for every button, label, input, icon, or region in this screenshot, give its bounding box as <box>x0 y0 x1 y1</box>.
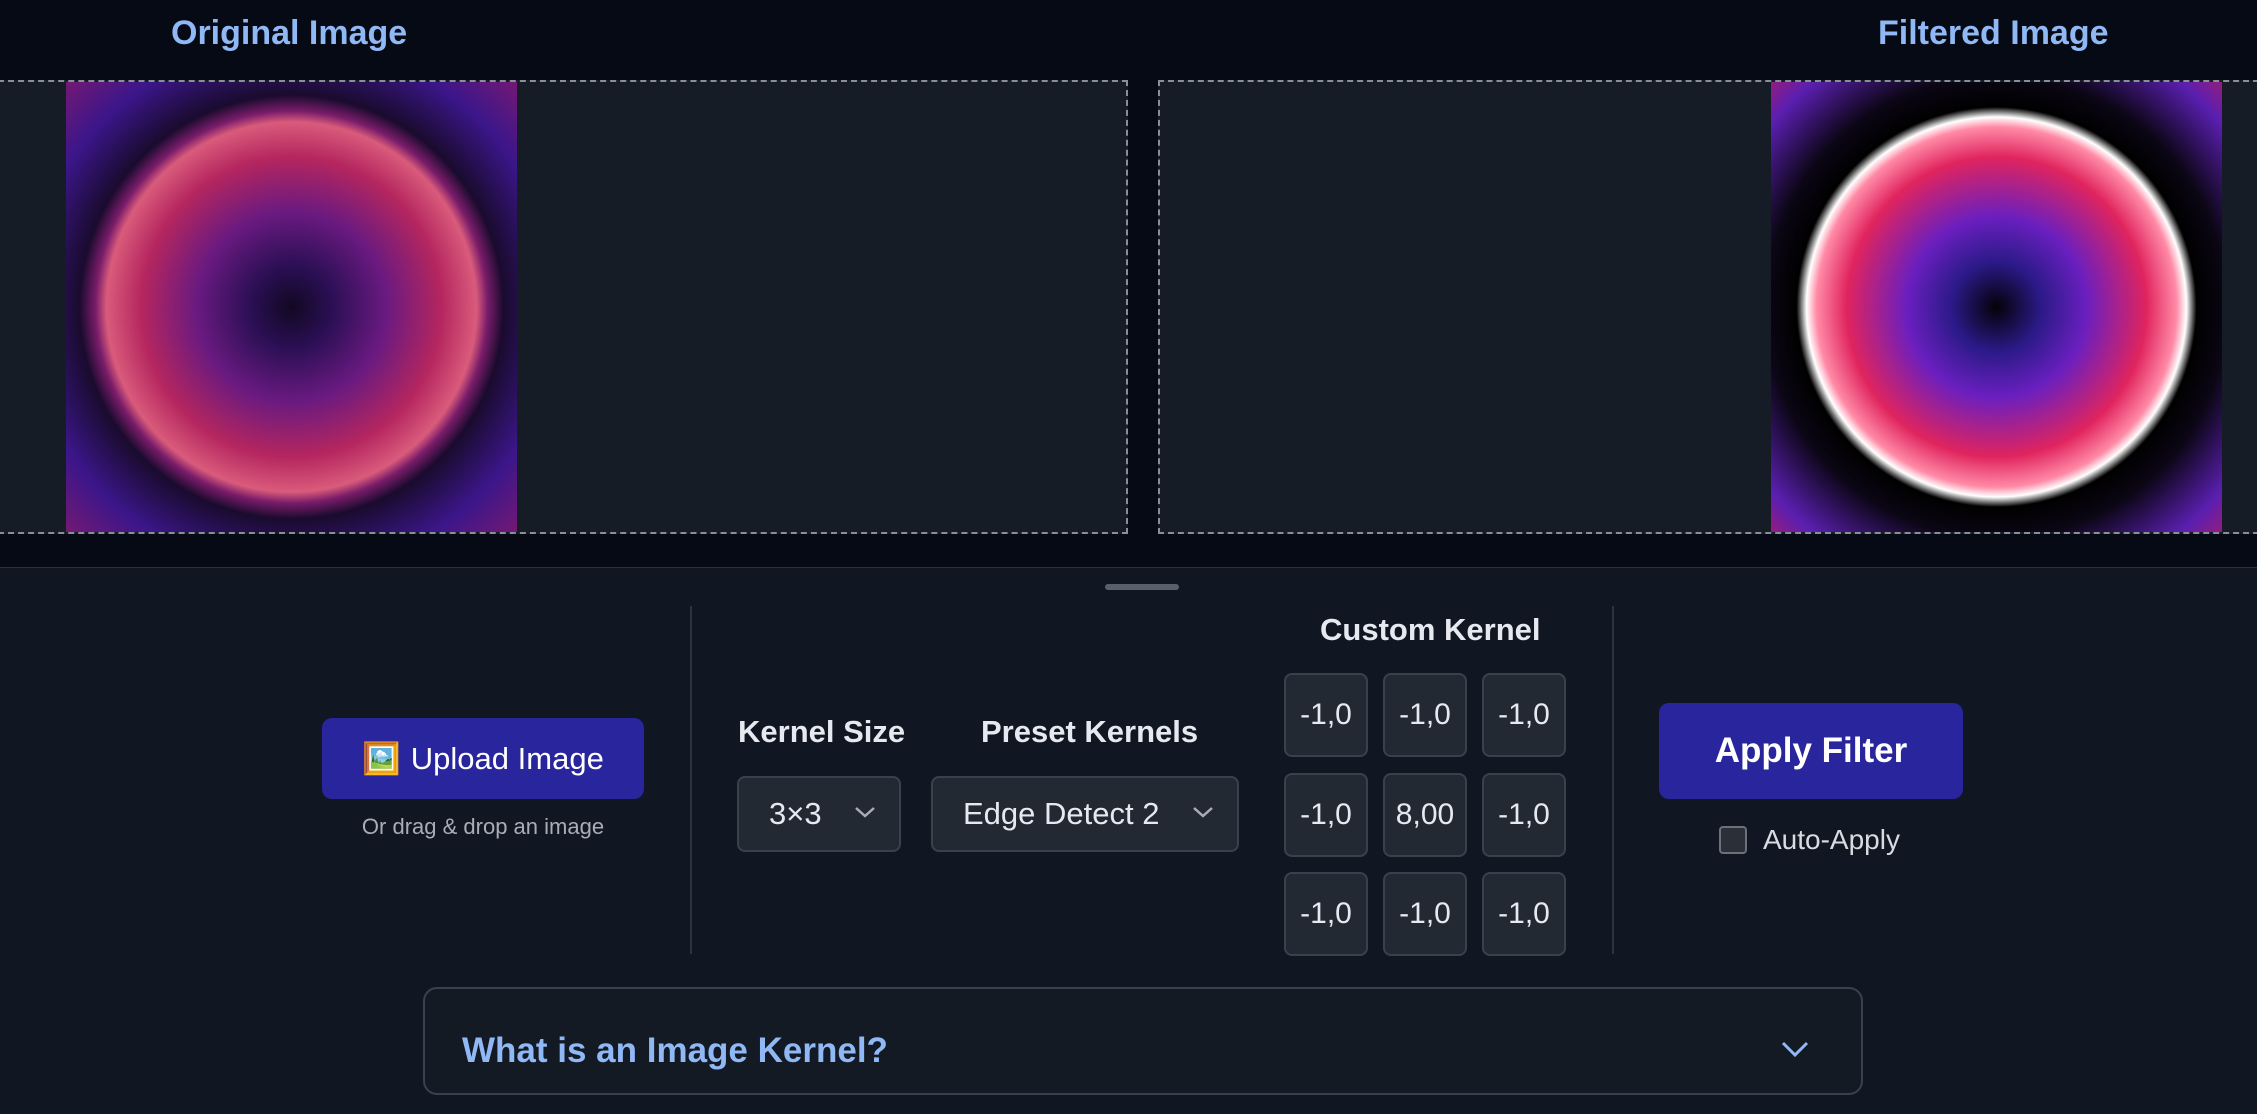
preset-kernels-select[interactable]: Edge Detect 2 <box>931 776 1239 852</box>
chevron-down-icon <box>1193 807 1213 818</box>
kernel-size-label: Kernel Size <box>738 714 906 749</box>
drag-drop-hint: Or drag & drop an image <box>361 814 605 839</box>
kernel-cell[interactable] <box>1482 773 1566 857</box>
kernel-size-select[interactable]: 3×3 <box>737 776 901 852</box>
filtered-image-title: Filtered Image <box>1878 14 2109 52</box>
chevron-down-icon <box>1781 1041 1809 1058</box>
kernel-cell[interactable] <box>1284 872 1368 956</box>
kernel-cell[interactable] <box>1482 872 1566 956</box>
kernel-cell[interactable] <box>1383 872 1467 956</box>
divider <box>1612 606 1614 954</box>
image-area: Original Image Filtered Image <box>0 0 2257 568</box>
apply-filter-button[interactable]: Apply Filter <box>1659 703 1963 799</box>
divider <box>690 606 692 954</box>
preset-kernels-value: Edge Detect 2 <box>963 796 1160 831</box>
custom-kernel-label: Custom Kernel <box>1320 612 1541 647</box>
chevron-down-icon <box>855 807 875 818</box>
kernel-cell[interactable] <box>1383 673 1467 757</box>
image-kernel-info-accordion[interactable]: What is an Image Kernel? <box>423 987 1863 1095</box>
auto-apply-label[interactable]: Auto-Apply <box>1763 824 1900 856</box>
kernel-cell[interactable] <box>1284 673 1368 757</box>
auto-apply-checkbox[interactable] <box>1719 826 1747 854</box>
upload-image-button[interactable]: 🖼️ Upload Image <box>322 718 644 799</box>
picture-icon: 🖼️ <box>362 741 401 776</box>
kernel-cell[interactable] <box>1284 773 1368 857</box>
kernel-cell[interactable] <box>1482 673 1566 757</box>
resize-handle[interactable] <box>1105 584 1179 590</box>
filtered-image <box>1771 82 2222 532</box>
original-image-canvas[interactable] <box>0 80 1128 534</box>
upload-image-label: Upload Image <box>410 740 604 776</box>
original-image <box>66 82 517 532</box>
preset-kernels-label: Preset Kernels <box>981 714 1199 749</box>
filtered-image-canvas <box>1158 80 2257 534</box>
kernel-cell[interactable] <box>1383 773 1467 857</box>
original-image-title: Original Image <box>171 14 408 52</box>
accordion-title: What is an Image Kernel? <box>462 1031 888 1070</box>
kernel-size-value: 3×3 <box>769 796 822 831</box>
